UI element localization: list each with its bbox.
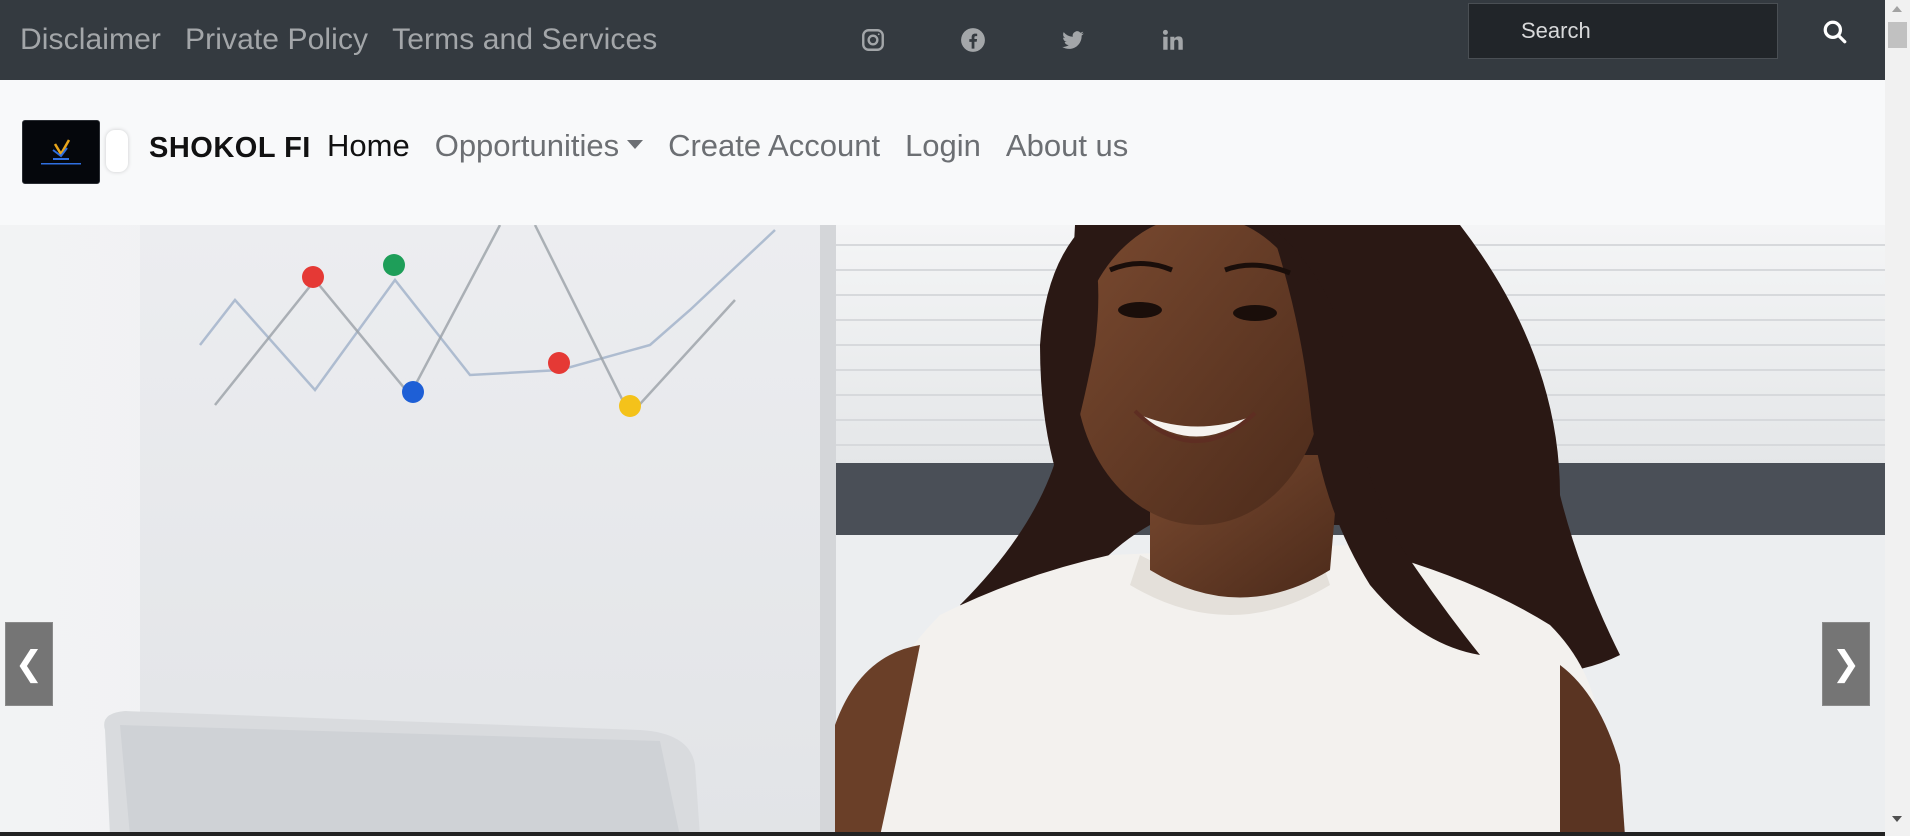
- private-policy-link[interactable]: Private Policy: [185, 23, 368, 57]
- nav-home[interactable]: Home: [327, 128, 410, 164]
- vertical-scrollbar[interactable]: [1885, 0, 1910, 836]
- social-links: [860, 0, 1260, 80]
- disclaimer-link[interactable]: Disclaimer: [20, 23, 161, 57]
- carousel-prev-button[interactable]: ❮: [5, 622, 53, 706]
- instagram-icon: [862, 29, 884, 51]
- nav-about-us[interactable]: About us: [1006, 128, 1128, 164]
- linkedin-icon: [1162, 29, 1183, 50]
- chevron-right-icon: ❯: [1831, 645, 1861, 683]
- instagram-link[interactable]: [860, 20, 960, 60]
- scroll-down-icon[interactable]: [1892, 816, 1902, 822]
- chevron-left-icon: ❮: [14, 645, 44, 683]
- carousel-next-button[interactable]: ❯: [1822, 622, 1870, 706]
- twitter-icon: [1062, 31, 1084, 49]
- nav-opportunities[interactable]: Opportunities: [434, 128, 644, 164]
- search-input[interactable]: [1468, 3, 1778, 59]
- facebook-icon: [961, 28, 985, 52]
- scroll-thumb[interactable]: [1888, 22, 1907, 48]
- nav-create-account[interactable]: Create Account: [668, 128, 880, 164]
- logo-toggle: [106, 130, 128, 172]
- hero-slide-image: [0, 225, 1885, 836]
- search-icon: [1823, 20, 1847, 44]
- brand-name[interactable]: SHOKOL FI: [149, 132, 311, 165]
- nav-opportunities-label: Opportunities: [434, 128, 620, 163]
- page-bottom-edge: [0, 832, 1885, 836]
- search-button[interactable]: [1812, 12, 1858, 52]
- facebook-link[interactable]: [960, 20, 1060, 60]
- top-utility-bar: Disclaimer Private Policy Terms and Serv…: [0, 0, 1885, 80]
- linkedin-link[interactable]: [1160, 20, 1260, 60]
- primary-nav: Home Opportunities Create Account Login …: [327, 128, 1153, 164]
- chevron-down-icon: [627, 140, 644, 150]
- main-navbar: SHOKOL FI Home Opportunities Create Acco…: [0, 80, 1885, 225]
- brand-logo[interactable]: [22, 120, 100, 184]
- legal-links: Disclaimer Private Policy Terms and Serv…: [0, 23, 681, 57]
- hero-carousel: ❮ ❯: [0, 225, 1885, 836]
- terms-services-link[interactable]: Terms and Services: [392, 23, 657, 57]
- nav-login[interactable]: Login: [905, 128, 981, 164]
- twitter-link[interactable]: [1060, 20, 1160, 60]
- scroll-up-icon[interactable]: [1892, 6, 1902, 12]
- logo-mark-icon: [41, 139, 81, 165]
